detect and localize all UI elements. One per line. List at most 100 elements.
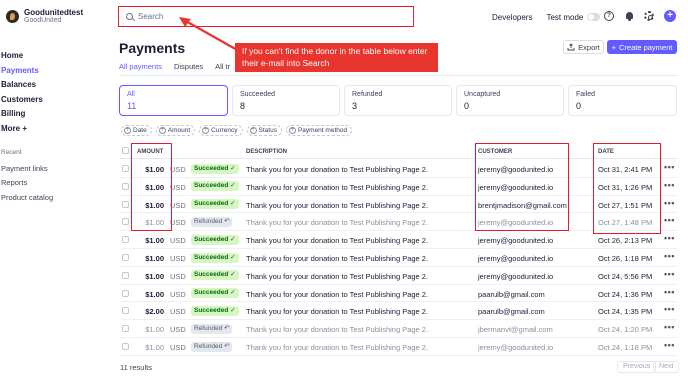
test-mode-toggle[interactable]: [587, 13, 601, 21]
more-icon[interactable]: •••: [664, 215, 675, 225]
more-icon[interactable]: •••: [664, 322, 675, 332]
export-button[interactable]: Export: [563, 40, 604, 54]
row-description: Thank you for your donation to Test Publ…: [246, 218, 429, 228]
row-description: Thank you for your donation to Test Publ…: [246, 307, 429, 317]
nav-item-home[interactable]: Home: [0, 48, 100, 63]
account-switcher[interactable]: Goodunitedtest GoodUnited: [0, 0, 100, 33]
search-bar[interactable]: [118, 6, 414, 27]
filter-status[interactable]: + Status: [246, 125, 282, 136]
status-card-label: Succeeded: [240, 91, 276, 98]
bell-icon[interactable]: [624, 11, 634, 21]
row-checkbox[interactable]: [122, 218, 129, 226]
payment-tabs: All payments Disputes All tr: [119, 62, 230, 76]
row-date: Oct 26, 2:13 PM: [598, 236, 653, 246]
row-checkbox[interactable]: [122, 254, 129, 261]
table-row[interactable]: $1.00 USD Refunded ↶ Thank you for your …: [119, 338, 677, 356]
filter-plus-icon: +: [158, 127, 166, 134]
row-currency: USD: [170, 236, 186, 246]
table-row[interactable]: $1.00 USD Succeeded ✓ Thank you for your…: [119, 249, 677, 267]
more-icon[interactable]: •••: [664, 198, 675, 208]
row-checkbox[interactable]: [122, 289, 129, 297]
row-checkbox[interactable]: [122, 165, 129, 172]
create-payment-button[interactable]: + Create payment: [607, 40, 677, 54]
more-icon[interactable]: •••: [664, 340, 675, 350]
filter-amount[interactable]: + Amount: [155, 125, 196, 136]
row-checkbox[interactable]: [122, 236, 129, 244]
tab-all-transactions[interactable]: All tr: [215, 62, 230, 76]
filter-plus-icon: +: [202, 127, 210, 134]
status-card-all[interactable]: All 11: [119, 85, 228, 116]
status-card-label: Uncaptured: [464, 91, 501, 98]
create-plus-icon: +: [611, 42, 616, 52]
more-icon[interactable]: •••: [664, 251, 675, 261]
row-currency: USD: [170, 165, 186, 174]
row-checkbox[interactable]: [122, 307, 129, 315]
recent-item-product-catalog[interactable]: Product catalog: [0, 190, 100, 205]
developers-link[interactable]: Developers: [492, 13, 532, 22]
more-icon[interactable]: •••: [664, 180, 675, 190]
status-card-label: Refunded: [352, 91, 383, 98]
row-checkbox[interactable]: [122, 182, 129, 190]
filter-payment-method[interactable]: + Payment method: [285, 125, 353, 136]
status-card-refunded[interactable]: Refunded 3: [344, 85, 452, 116]
tab-all-payments[interactable]: All payments: [119, 62, 162, 76]
row-customer: jbermanvt@gmail.com: [478, 325, 553, 335]
status-badge: Refunded ↶: [191, 323, 233, 334]
filter-date[interactable]: + Date: [121, 125, 152, 136]
status-card-count: 0: [576, 101, 582, 111]
result-count: 11 results: [120, 363, 152, 372]
status-badge: Succeeded ✓: [191, 163, 239, 174]
tabs-divider: [119, 75, 677, 76]
more-icon[interactable]: •••: [664, 233, 675, 243]
filter-currency[interactable]: + Currency: [199, 125, 243, 136]
more-icon[interactable]: •••: [664, 287, 675, 297]
row-customer: jeremy@goodunited.io: [478, 236, 554, 246]
row-date: Oct 24, 1:36 PM: [598, 289, 653, 299]
previous-page-button[interactable]: Previous: [617, 361, 657, 373]
help-icon[interactable]: ?: [604, 11, 614, 21]
row-checkbox[interactable]: [122, 343, 129, 350]
filter-plus-icon: +: [288, 127, 296, 134]
highlight-amount-column: [131, 143, 172, 231]
row-checkbox[interactable]: [122, 325, 129, 333]
plus-icon[interactable]: +: [664, 10, 676, 22]
column-description[interactable]: DESCRIPTION: [246, 149, 287, 155]
row-description: Thank you for your donation to Test Publ…: [246, 289, 429, 299]
row-date: Oct 24, 1:35 PM: [598, 307, 653, 317]
row-currency: USD: [170, 254, 186, 263]
status-card-uncaptured[interactable]: Uncaptured 0: [456, 85, 564, 116]
gear-icon[interactable]: [644, 11, 654, 21]
nav-item-balances[interactable]: Balances: [0, 77, 100, 92]
more-icon[interactable]: •••: [664, 304, 675, 314]
recent-item-payment-links[interactable]: Payment links: [0, 161, 100, 176]
select-all-checkbox[interactable]: [122, 147, 129, 154]
row-amount: $1.00: [145, 236, 164, 246]
nav-item-customers[interactable]: Customers: [0, 92, 100, 107]
row-description: Thank you for your donation to Test Publ…: [246, 165, 429, 174]
export-label: Export: [578, 42, 600, 52]
next-page-button[interactable]: Next: [653, 361, 680, 373]
row-currency: USD: [170, 200, 186, 210]
row-amount: $1.00: [145, 289, 164, 299]
row-checkbox[interactable]: [122, 271, 129, 279]
row-currency: USD: [170, 271, 186, 281]
nav-item-payments[interactable]: Payments: [0, 63, 100, 78]
row-checkbox[interactable]: [122, 200, 129, 208]
tab-disputes[interactable]: Disputes: [174, 62, 203, 76]
filter-label: Date: [133, 127, 147, 134]
table-row[interactable]: $1.00 USD Refunded ↶ Thank you for your …: [119, 320, 677, 338]
row-customer: jeremy@goodunited.io: [478, 271, 554, 281]
status-card-count: 11: [127, 101, 137, 111]
recent-item-reports[interactable]: Reports: [0, 176, 100, 191]
table-row[interactable]: $2.00 USD Succeeded ✓ Thank you for your…: [119, 302, 677, 321]
more-icon[interactable]: •••: [664, 269, 675, 279]
export-icon: [567, 43, 575, 51]
status-card-succeeded[interactable]: Succeeded 8: [232, 85, 340, 116]
nav-item-billing[interactable]: Billing: [0, 106, 100, 121]
nav-item-more[interactable]: More +: [0, 121, 100, 136]
more-icon[interactable]: •••: [664, 162, 675, 172]
status-card-failed[interactable]: Failed 0: [568, 85, 677, 116]
status-card-label: All: [127, 91, 135, 98]
table-row[interactable]: $1.00 USD Succeeded ✓ Thank you for your…: [119, 285, 677, 303]
table-row[interactable]: $1.00 USD Succeeded ✓ Thank you for your…: [119, 267, 677, 285]
